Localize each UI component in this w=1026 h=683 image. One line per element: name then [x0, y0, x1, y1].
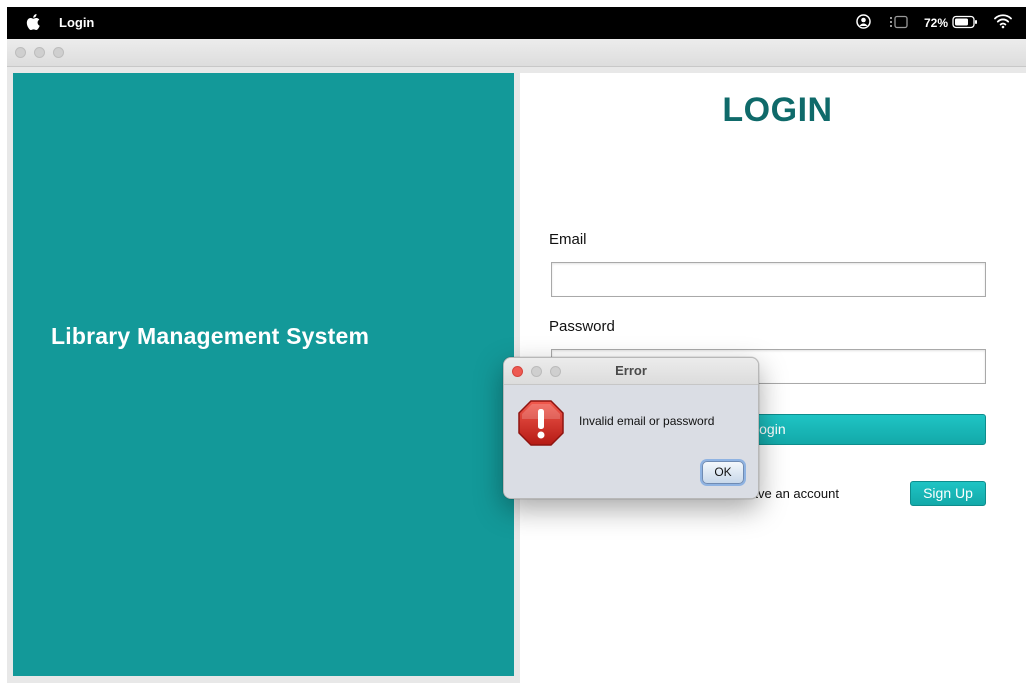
battery-percent: 72%	[924, 16, 949, 30]
dialog-content: Invalid email or password OK	[504, 385, 758, 498]
window-titlebar[interactable]	[7, 39, 1026, 67]
ok-button[interactable]: OK	[702, 461, 744, 484]
error-dialog: Error Invalid email or password OK	[503, 357, 759, 499]
window-minimize-button[interactable]	[34, 47, 45, 58]
password-label: Password	[549, 318, 615, 335]
dialog-title: Error	[615, 363, 647, 378]
dialog-titlebar[interactable]: Error	[504, 358, 758, 385]
branding-panel: Library Management System	[13, 73, 514, 676]
battery-icon[interactable]	[952, 15, 978, 29]
stop-icon	[518, 400, 564, 446]
wifi-icon[interactable]	[994, 13, 1012, 29]
apple-icon[interactable]	[26, 13, 40, 31]
app-name-title: Library Management System	[51, 323, 370, 349]
menubar-app-title[interactable]: Login	[59, 14, 94, 32]
window-zoom-button[interactable]	[53, 47, 64, 58]
sign-up-button[interactable]: Sign Up	[910, 481, 986, 506]
focus-icon[interactable]	[889, 15, 909, 29]
user-icon[interactable]	[856, 14, 871, 29]
login-heading: LOGIN	[722, 91, 833, 129]
error-message: Invalid email or password	[579, 414, 715, 428]
email-label: Email	[549, 231, 587, 248]
screen: Login 72% Library Management System LOGI…	[0, 0, 1026, 683]
window-close-button[interactable]	[15, 47, 26, 58]
menu-bar: Login 72%	[7, 7, 1026, 39]
email-field[interactable]	[551, 262, 986, 297]
